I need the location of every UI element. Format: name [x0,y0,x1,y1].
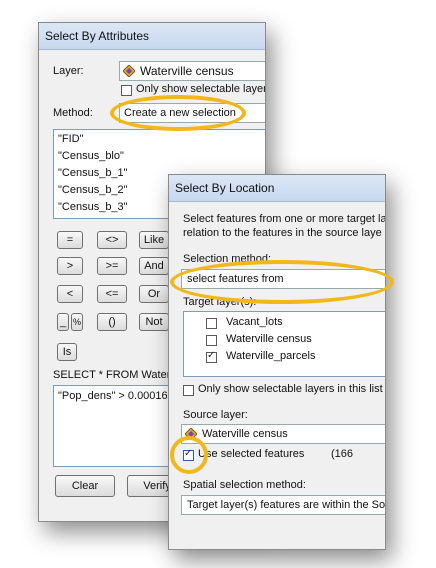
layer-label: Layer: [53,65,84,77]
target-layer-label: Waterville census [226,333,312,345]
loc-only-selectable-checkbox[interactable] [183,385,194,396]
selected-count: (166 [331,448,354,460]
select-by-location-dialog: Select By Location Select features from … [168,174,386,550]
sql-prefix: SELECT * FROM Waterv [53,369,176,381]
parentheses-button[interactable]: () [97,313,127,331]
field-item[interactable]: "Census_b_2" [58,184,128,196]
like-label: Like [143,234,165,246]
target-layer-checkbox[interactable] [206,318,217,329]
layer-icon [123,65,135,77]
source-layer-value: Waterville census [202,428,288,440]
field-item[interactable]: "Census_blo" [58,150,124,162]
loc-description-line2: relation to the features in the source l… [183,227,382,239]
field-item[interactable]: "Census_b_3" [58,201,128,213]
spatial-method-label: Spatial selection method: [183,479,306,491]
target-layer-label: Waterville_parcels [226,350,316,362]
underscore-button[interactable]: _ [57,313,69,331]
greater-button[interactable]: > [57,257,83,275]
layer-value: Waterville census [140,64,234,78]
target-layers-list[interactable]: Vacant_lots Waterville census Waterville… [183,311,385,377]
attr-only-selectable-checkbox[interactable] [121,85,132,96]
or-button[interactable]: Or [139,285,169,303]
clear-button[interactable]: Clear [55,475,115,497]
method-highlight [110,95,246,131]
loc-description-line1: Select features from one or more target … [183,213,386,225]
use-selected-features-label: Use selected features [198,448,305,460]
equals-button[interactable]: = [57,231,83,249]
field-item[interactable]: "FID" [58,133,84,145]
method-label: Method: [53,107,93,119]
and-button[interactable]: And [139,257,169,275]
use-selected-highlight [170,436,208,474]
attr-title: Select By Attributes [45,29,150,43]
less-button[interactable]: < [57,285,83,303]
greater-equal-button[interactable]: >= [97,257,127,275]
loc-title-bar: Select By Location [169,175,385,202]
is-button[interactable]: Is [57,343,77,361]
target-layer-checkbox[interactable] [206,350,217,363]
not-button[interactable]: Not [139,313,169,331]
source-layer-label: Source layer: [183,409,248,421]
attr-only-selectable-label: Only show selectable layers [136,83,266,95]
layer-dropdown[interactable]: Waterville census [119,61,265,81]
not-equal-button[interactable]: <> [97,231,127,249]
like-button[interactable]: Like [139,231,169,249]
spatial-method-value: Target layer(s) features are within the … [187,499,386,511]
less-equal-button[interactable]: <= [97,285,127,303]
field-item[interactable]: "Census_b_1" [58,167,128,179]
percent-button[interactable]: % [71,313,83,331]
source-layer-dropdown[interactable]: Waterville census [181,424,385,444]
loc-title: Select By Location [175,181,275,195]
loc-only-selectable-label: Only show selectable layers in this list [198,383,383,395]
target-layer-checkbox[interactable] [206,335,217,346]
selection-method-highlight [170,260,394,304]
spatial-method-dropdown[interactable]: Target layer(s) features are within the … [181,495,386,515]
attr-title-bar: Select By Attributes [39,23,265,50]
sql-expression: "Pop_dens" > 0.00016 [58,390,168,402]
target-layer-label: Vacant_lots [226,316,283,328]
